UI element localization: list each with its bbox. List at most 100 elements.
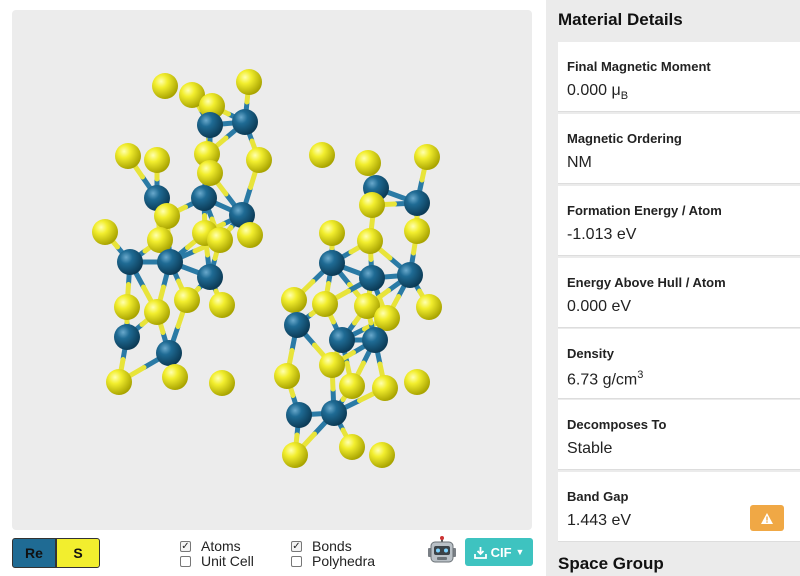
s-atom[interactable]: [152, 73, 178, 99]
re-atom[interactable]: [286, 402, 312, 428]
unit-cell-checkbox[interactable]: [180, 555, 191, 567]
re-atom[interactable]: [397, 262, 423, 288]
s-atom[interactable]: [319, 220, 345, 246]
s-atom[interactable]: [319, 352, 345, 378]
re-atom[interactable]: [404, 190, 430, 216]
s-atom[interactable]: [374, 305, 400, 331]
s-atom[interactable]: [404, 369, 430, 395]
property-value: 6.73 g/cm3: [567, 369, 644, 389]
re-atom[interactable]: [191, 185, 217, 211]
atoms-checkbox[interactable]: ✓: [180, 540, 191, 552]
band-gap-warning-button[interactable]: [750, 505, 784, 531]
property-value: Stable: [567, 440, 613, 457]
crystal-structure-canvas[interactable]: [12, 10, 532, 530]
s-atom[interactable]: [282, 442, 308, 468]
structure-viewer[interactable]: [12, 10, 532, 530]
material-details-panel: Material Details Final Magnetic Moment 0…: [546, 0, 800, 576]
atoms-toggle[interactable]: ✓ Atoms: [180, 538, 241, 554]
s-atom[interactable]: [339, 434, 365, 460]
re-atom[interactable]: [156, 340, 182, 366]
property-magnetic-ordering: Magnetic Ordering NM: [558, 114, 800, 184]
cif-export-label: CIF: [490, 544, 512, 560]
bonds-toggle[interactable]: ✓ Bonds: [291, 538, 352, 554]
s-atom[interactable]: [359, 192, 385, 218]
s-atom[interactable]: [404, 218, 430, 244]
robot-icon[interactable]: [426, 536, 458, 568]
re-atom[interactable]: [359, 265, 385, 291]
property-label: Magnetic Ordering: [567, 131, 682, 146]
warning-icon: [761, 512, 773, 524]
download-icon: [473, 546, 487, 559]
s-atom[interactable]: [309, 142, 335, 168]
property-label: Final Magnetic Moment: [567, 59, 711, 74]
property-value: NM: [567, 154, 592, 171]
property-label: Formation Energy / Atom: [567, 203, 722, 218]
s-atom[interactable]: [106, 369, 132, 395]
element-re-button[interactable]: Re: [12, 538, 56, 568]
atoms-toggle-label: Atoms: [201, 538, 241, 554]
s-atom[interactable]: [312, 291, 338, 317]
property-label: Band Gap: [567, 489, 629, 504]
bonds-toggle-label: Bonds: [312, 538, 352, 554]
s-atom[interactable]: [114, 294, 140, 320]
s-atom[interactable]: [281, 287, 307, 313]
property-formation-energy: Formation Energy / Atom -1.013 eV: [558, 186, 800, 256]
unit-cell-toggle-label: Unit Cell: [201, 553, 254, 569]
s-atom[interactable]: [174, 287, 200, 313]
cif-export-button[interactable]: CIF ▼: [465, 538, 533, 566]
element-re-label: Re: [25, 545, 43, 561]
property-value: -1.013 eV: [567, 226, 637, 243]
property-value: 0.000 eV: [567, 298, 632, 315]
s-atom[interactable]: [274, 363, 300, 389]
property-label: Decomposes To: [567, 417, 667, 432]
re-atom[interactable]: [329, 327, 355, 353]
polyhedra-toggle[interactable]: Polyhedra: [291, 553, 375, 569]
s-atom[interactable]: [237, 222, 263, 248]
property-value: 1.443 eV: [567, 512, 632, 529]
property-band-gap: Band Gap 1.443 eV: [558, 472, 800, 542]
property-label: Density: [567, 346, 614, 361]
s-atom[interactable]: [154, 203, 180, 229]
s-atom[interactable]: [209, 370, 235, 396]
material-details-title: Material Details: [558, 10, 683, 29]
unit-cell-toggle[interactable]: Unit Cell: [180, 553, 254, 569]
s-atom[interactable]: [339, 373, 365, 399]
s-atom[interactable]: [236, 69, 262, 95]
s-atom[interactable]: [207, 227, 233, 253]
property-value: 0.000 μB: [567, 82, 629, 103]
s-atom[interactable]: [144, 299, 170, 325]
bonds-checkbox[interactable]: ✓: [291, 540, 302, 552]
re-atom[interactable]: [114, 324, 140, 350]
s-atom[interactable]: [246, 147, 272, 173]
re-atom[interactable]: [321, 400, 347, 426]
polyhedra-toggle-label: Polyhedra: [312, 553, 376, 569]
re-atom[interactable]: [197, 264, 223, 290]
s-atom[interactable]: [357, 228, 383, 254]
element-s-button[interactable]: S: [56, 538, 100, 568]
s-atom[interactable]: [197, 160, 223, 186]
property-label: Energy Above Hull / Atom: [567, 275, 726, 290]
space-group-title: Space Group: [558, 554, 664, 573]
re-atom[interactable]: [197, 112, 223, 138]
re-atom[interactable]: [117, 249, 143, 275]
re-atom[interactable]: [232, 109, 258, 135]
s-atom[interactable]: [162, 364, 188, 390]
s-atom[interactable]: [144, 147, 170, 173]
polyhedra-checkbox[interactable]: [291, 555, 302, 567]
re-atom[interactable]: [157, 249, 183, 275]
property-decomposes-to: Decomposes To Stable: [558, 400, 800, 470]
s-atom[interactable]: [115, 143, 141, 169]
re-atom[interactable]: [284, 312, 310, 338]
s-atom[interactable]: [416, 294, 442, 320]
s-atom[interactable]: [369, 442, 395, 468]
s-atom[interactable]: [92, 219, 118, 245]
viewer-controls: Re S ✓ Atoms Unit Cell ✓ Bonds Polyhedra…: [12, 536, 534, 574]
s-atom[interactable]: [372, 375, 398, 401]
property-energy-above-hull: Energy Above Hull / Atom 0.000 eV: [558, 258, 800, 328]
s-atom[interactable]: [414, 144, 440, 170]
re-atom[interactable]: [319, 250, 345, 276]
chevron-down-icon: ▼: [515, 547, 525, 557]
s-atom[interactable]: [209, 292, 235, 318]
re-atom[interactable]: [362, 327, 388, 353]
s-atom[interactable]: [355, 150, 381, 176]
